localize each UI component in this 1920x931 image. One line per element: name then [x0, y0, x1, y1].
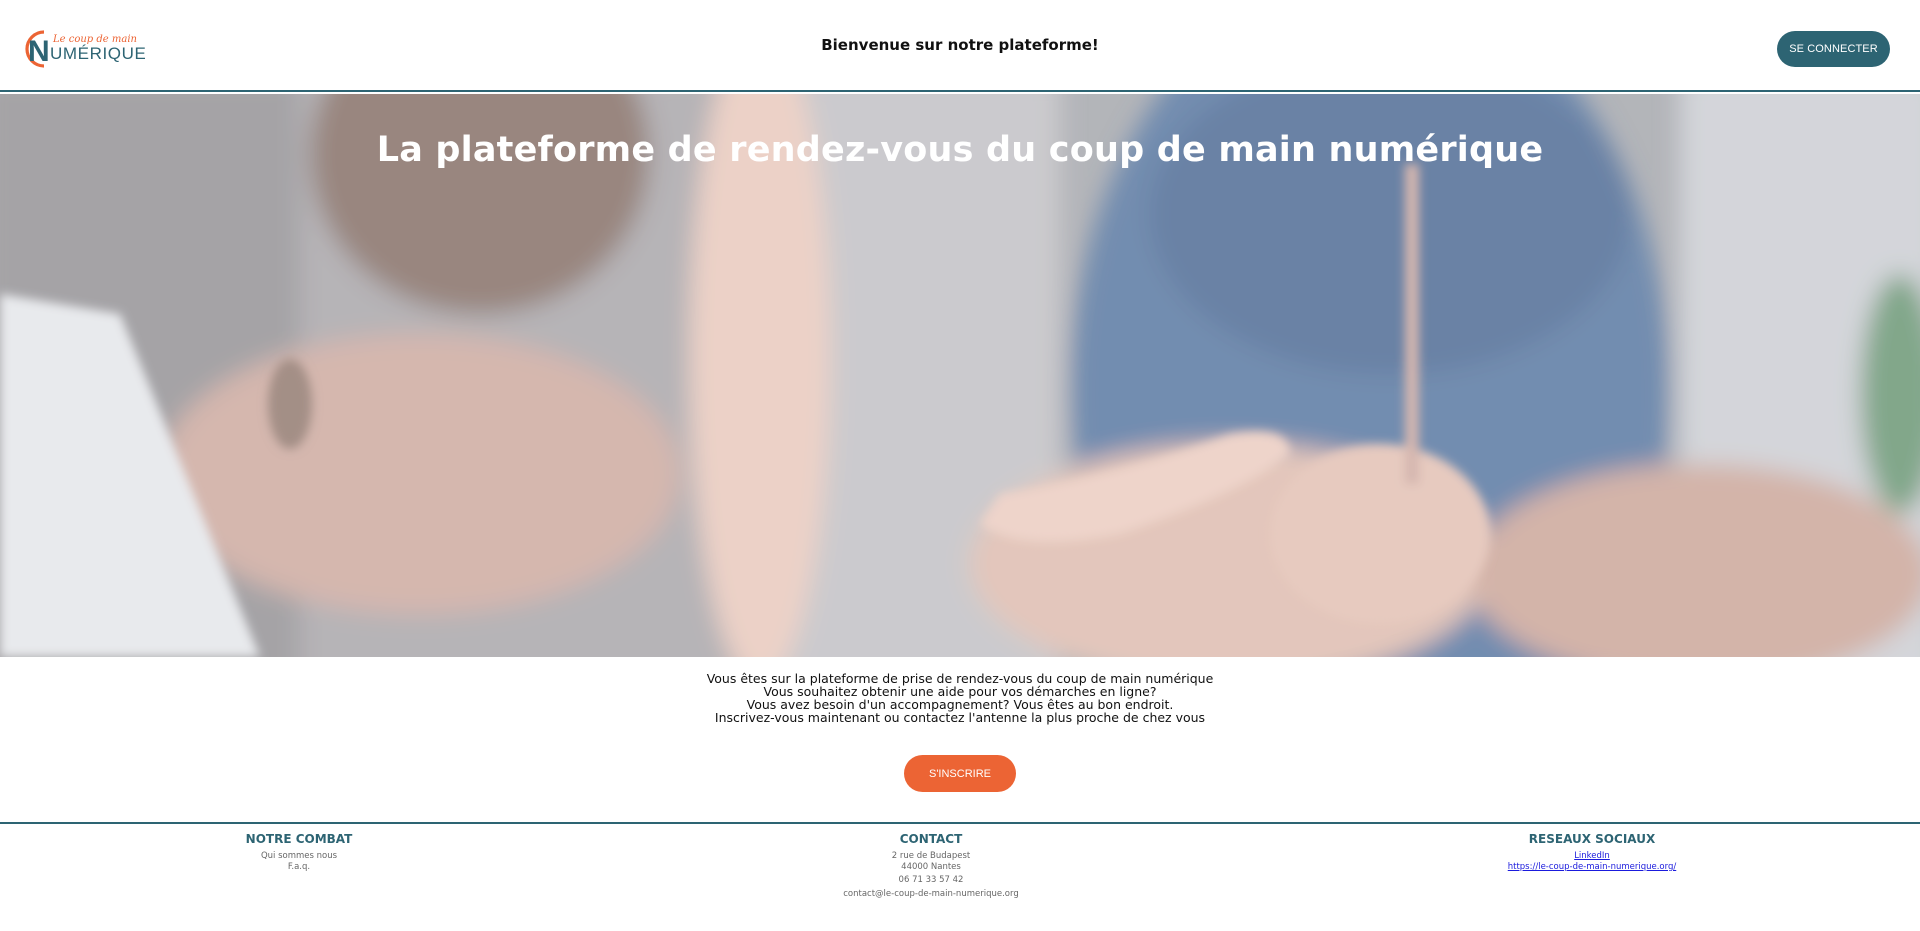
login-button[interactable]: SE CONNECTER — [1777, 31, 1890, 67]
footer-contact-title: CONTACT — [899, 832, 963, 846]
footer-social-section: RESEAUX SOCIAUX LinkedIn https://le-coup… — [1442, 832, 1742, 872]
hero-title: La plateforme de rendez-vous du coup de … — [376, 130, 1544, 170]
linkedin-link[interactable]: LinkedIn — [1442, 851, 1742, 862]
contact-address-line1: 2 rue de Budapest — [891, 851, 971, 861]
contact-phone: 06 71 33 57 42 — [898, 875, 964, 885]
intro-text: Vous êtes sur la plateforme de prise de … — [0, 672, 1920, 724]
footer-contact-section: CONTACT 2 rue de Budapest 44000 Nantes 0… — [781, 832, 1081, 899]
footer-social-title: RESEAUX SOCIAUX — [1528, 832, 1656, 846]
contact-email: contact@le-coup-de-main-numerique.org — [843, 888, 1019, 899]
site-footer: NOTRE COMBAT Qui sommes nous F.a.q. CONT… — [0, 822, 1920, 931]
contact-address-line2: 44000 Nantes — [901, 861, 961, 872]
welcome-text: Bienvenue sur notre plateforme! — [821, 36, 1099, 54]
footer-link-about[interactable]: Qui sommes nous — [149, 851, 449, 862]
footer-link-faq[interactable]: F.a.q. — [149, 862, 449, 873]
hero-banner: La plateforme de rendez-vous du coup de … — [0, 94, 1920, 657]
signup-button[interactable]: S'INSCRIRE — [904, 755, 1016, 792]
site-header: N Le coup de main UMÉRIQUE Bienvenue sur… — [0, 0, 1920, 92]
intro-line: Inscrivez-vous maintenant ou contactez l… — [714, 710, 1206, 725]
website-link[interactable]: https://le-coup-de-main-numerique.org/ — [1442, 862, 1742, 873]
footer-combat-section: NOTRE COMBAT Qui sommes nous F.a.q. — [149, 832, 449, 872]
footer-combat-title: NOTRE COMBAT — [245, 832, 353, 846]
